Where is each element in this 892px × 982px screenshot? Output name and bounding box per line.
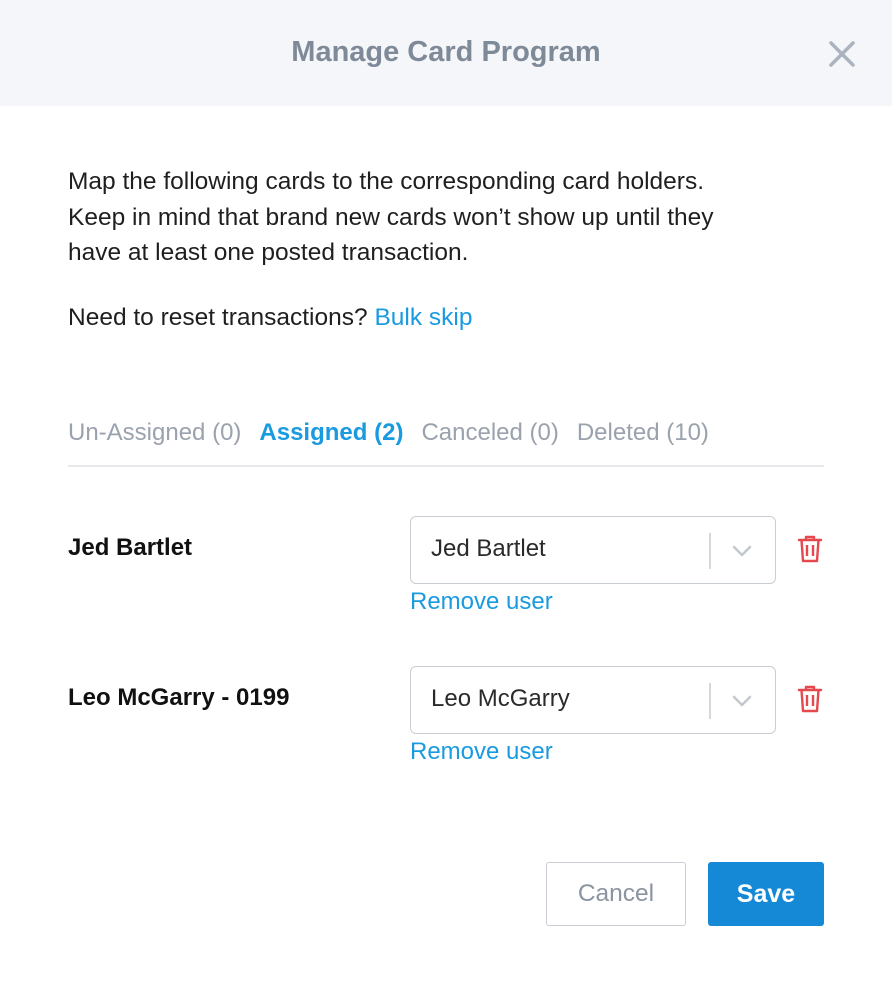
chevron-down-icon — [729, 539, 755, 563]
tab-unassigned[interactable]: Un-Assigned (0) — [68, 416, 241, 465]
user-select-value: Jed Bartlet — [431, 535, 546, 562]
reset-question: Need to reset transactions? — [68, 304, 368, 331]
trash-icon[interactable] — [796, 534, 824, 564]
remove-user-link[interactable]: Remove user — [410, 588, 553, 616]
tab-assigned[interactable]: Assigned (2) — [259, 416, 403, 465]
reset-transactions-line: Need to reset transactions? Bulk skip — [68, 300, 472, 335]
intro-line: Map the following cards to the correspon… — [68, 168, 704, 195]
save-button[interactable]: Save — [708, 862, 824, 926]
select-divider — [709, 683, 711, 719]
card-holder-name: Leo McGarry - 0199 — [68, 684, 290, 711]
close-icon[interactable] — [826, 38, 858, 70]
trash-icon[interactable] — [796, 684, 824, 714]
intro-line: Keep in mind that brand new cards won’t … — [68, 203, 714, 231]
remove-user-link[interactable]: Remove user — [410, 738, 553, 766]
user-select[interactable]: Leo McGarry — [410, 666, 776, 734]
user-select-value: Leo McGarry — [431, 685, 570, 712]
tab-deleted[interactable]: Deleted (10) — [577, 416, 709, 465]
modal-header: Manage Card Program — [0, 0, 892, 106]
intro-line: have at least one posted transaction. — [68, 239, 469, 266]
cancel-button[interactable]: Cancel — [546, 862, 686, 926]
intro-text: Map the following cards to the correspon… — [68, 164, 828, 271]
tab-bar: Un-Assigned (0) Assigned (2) Canceled (0… — [68, 416, 824, 467]
select-divider — [709, 533, 711, 569]
modal-title: Manage Card Program — [291, 36, 601, 68]
user-select[interactable]: Jed Bartlet — [410, 516, 776, 584]
bulk-skip-link[interactable]: Bulk skip — [374, 304, 472, 331]
tab-canceled[interactable]: Canceled (0) — [421, 416, 558, 465]
manage-card-program-modal: Manage Card Program Map the following ca… — [0, 0, 892, 982]
card-holder-name: Jed Bartlet — [68, 534, 193, 561]
chevron-down-icon — [729, 689, 755, 713]
